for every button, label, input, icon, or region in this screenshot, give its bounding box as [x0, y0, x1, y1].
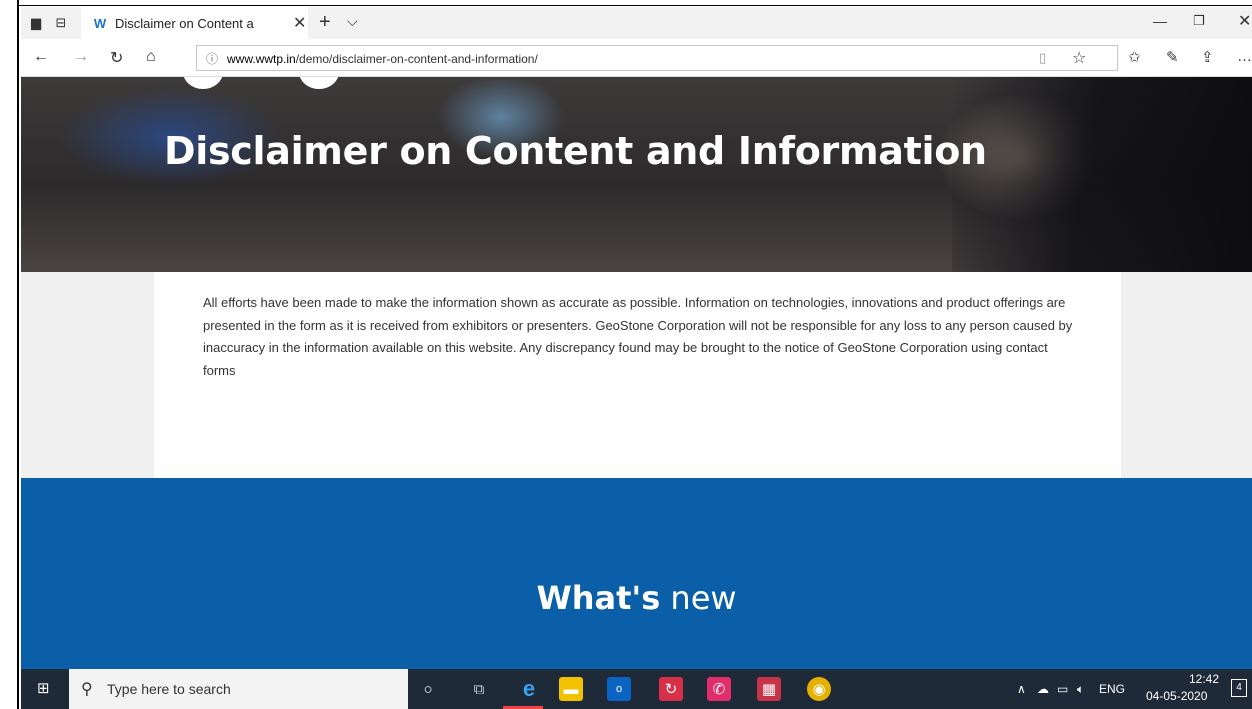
window-frame-left — [0, 0, 19, 709]
home-icon[interactable]: ⌂ — [146, 48, 156, 66]
address-bar[interactable]: ⓘ www.wwtp.in/demo/disclaimer-on-content… — [196, 45, 1118, 71]
hero-social-button[interactable] — [299, 77, 339, 89]
onedrive-cloud-icon[interactable]: ☁ — [1037, 682, 1049, 696]
language-indicator[interactable]: ENG — [1099, 682, 1125, 696]
web-page: Disclaimer on Content and Information Al… — [21, 77, 1252, 669]
chrome-icon[interactable]: ◉ — [807, 677, 831, 701]
refresh-icon[interactable]: ↻ — [110, 48, 123, 68]
favorite-star-icon[interactable]: ☆ — [1072, 48, 1086, 68]
volume-icon[interactable]: 🔈︎ — [1077, 682, 1084, 697]
forward-icon[interactable]: → — [73, 48, 89, 66]
page-title: Disclaimer on Content and Information — [164, 129, 987, 173]
more-icon[interactable]: … — [1237, 48, 1252, 65]
windows-taskbar: ⊞ ⚲ Type here to search ○ ⧉ e ▬ o ↻ ✆ ▦ … — [21, 669, 1252, 709]
task-view-icon[interactable]: ⧉ — [467, 677, 491, 701]
url-text: www.wwtp.in/demo/disclaimer-on-content-a… — [227, 52, 538, 66]
windows-start-icon[interactable]: ⊞ — [37, 681, 53, 697]
window-frame-top — [0, 0, 1252, 6]
show-hidden-icons-chevron-icon[interactable]: ∧ — [1017, 682, 1026, 696]
search-placeholder: Type here to search — [107, 681, 231, 697]
app-icon[interactable]: ▦ — [757, 677, 781, 701]
tab-list-chevron-icon[interactable]: ⌵ — [347, 13, 358, 30]
minimize-icon[interactable]: — — [1153, 13, 1167, 29]
outlook-icon[interactable]: o — [607, 677, 631, 701]
tab-actions-icon[interactable]: ▆ — [26, 13, 46, 33]
hero-shadow — [952, 77, 1252, 272]
notification-center-icon[interactable]: 4 — [1231, 679, 1247, 697]
file-explorer-icon[interactable]: ▬ — [559, 677, 583, 701]
hero-social-button[interactable] — [183, 77, 223, 89]
browser-toolbar: ← → ↻ ⌂ ⓘ www.wwtp.in/demo/disclaimer-on… — [21, 39, 1252, 77]
tab-active[interactable]: W Disclaimer on Content a ✕ — [81, 7, 308, 39]
restore-icon[interactable]: ❐ — [1193, 13, 1205, 29]
new-tab-icon[interactable]: + — [319, 11, 331, 34]
favorites-list-icon[interactable]: ✩ — [1128, 48, 1141, 66]
pen-icon[interactable]: ✎ — [1166, 48, 1179, 66]
whats-new-heading: What's new — [536, 579, 737, 617]
hero-banner: Disclaimer on Content and Information — [21, 77, 1252, 272]
edge-browser-icon[interactable]: e — [517, 676, 541, 701]
site-favicon-icon: W — [93, 15, 107, 31]
browser-tab-bar: ▆ ⊟ W Disclaimer on Content a ✕ + ⌵ — ❐ … — [21, 7, 1252, 39]
taskbar-search-box[interactable]: ⚲ Type here to search — [69, 669, 408, 709]
tab-close-icon[interactable]: ✕ — [293, 13, 306, 33]
whats-new-section: What's new — [21, 478, 1252, 669]
disclaimer-text: All efforts have been made to make the i… — [203, 295, 1073, 378]
clock-date[interactable]: 04-05-2020 — [1146, 689, 1207, 703]
close-window-icon[interactable]: ✕ — [1238, 11, 1251, 31]
content-card: All efforts have been made to make the i… — [154, 272, 1121, 478]
tab-title: Disclaimer on Content a — [115, 15, 254, 31]
battery-icon[interactable]: ▭ — [1057, 682, 1068, 696]
reading-view-icon[interactable]: ▯ — [1039, 50, 1046, 66]
set-tabs-aside-icon[interactable]: ⊟ — [51, 13, 71, 33]
clock-time[interactable]: 12:42 — [1174, 672, 1234, 686]
whatsapp-icon[interactable]: ✆ — [707, 677, 731, 701]
sync-app-icon[interactable]: ↻ — [659, 677, 683, 701]
site-info-icon[interactable]: ⓘ — [206, 50, 218, 67]
back-icon[interactable]: ← — [33, 48, 49, 66]
search-icon: ⚲ — [81, 681, 93, 698]
cortana-icon[interactable]: ○ — [416, 677, 440, 701]
share-icon[interactable]: ⇪ — [1201, 48, 1214, 66]
